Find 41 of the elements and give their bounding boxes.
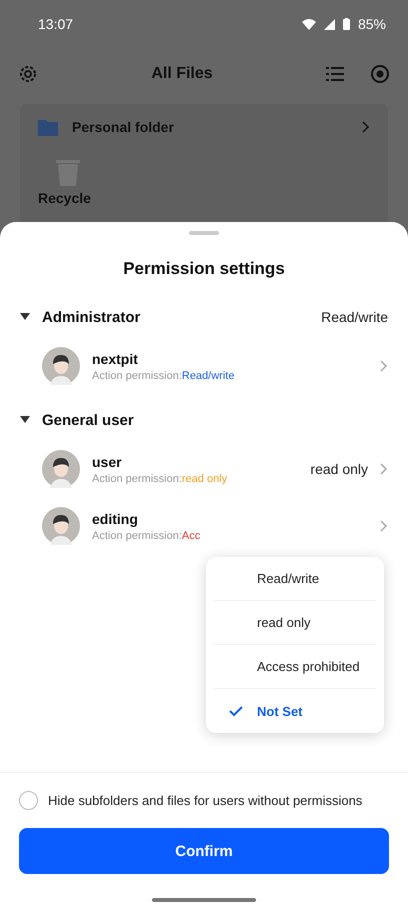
- confirm-button[interactable]: Confirm: [19, 828, 389, 874]
- checkbox[interactable]: [19, 791, 38, 810]
- user-name: user: [92, 454, 123, 470]
- wifi-icon: [302, 18, 316, 30]
- chevron-right-icon: [380, 360, 388, 372]
- checkbox-label: Hide subfolders and files for users without permissions: [48, 793, 362, 808]
- settings-icon[interactable]: [18, 64, 38, 84]
- folder-name[interactable]: Personal folder: [72, 119, 348, 135]
- group-permission: Read/write: [321, 309, 388, 325]
- permission-text: Action permission:Read/write: [92, 370, 236, 382]
- permission-text: Action permission:Acc: [92, 530, 202, 542]
- chevron-right-icon: [380, 463, 388, 475]
- avatar-icon: [42, 507, 80, 545]
- menu-option[interactable]: Read/write: [214, 557, 376, 601]
- avatar-icon: [42, 347, 80, 385]
- folder-icon: [38, 118, 58, 136]
- status-time: 13:07: [38, 16, 74, 32]
- permission-text: Action permission:read only: [92, 472, 228, 484]
- user-name: nextpit: [92, 350, 139, 366]
- group-title: Administrator: [42, 308, 142, 326]
- screen-title: All Files: [150, 65, 214, 83]
- avatar-icon: [42, 450, 80, 488]
- menu-option[interactable]: read only: [214, 601, 376, 645]
- battery-level: 85%: [358, 16, 386, 32]
- group-title: General user: [42, 412, 135, 428]
- chevron-right-icon: [380, 520, 388, 532]
- recycle-label[interactable]: Recycle: [38, 190, 91, 206]
- user-permission: read only: [310, 461, 368, 477]
- caret-icon[interactable]: [20, 313, 30, 321]
- record-icon[interactable]: [370, 64, 390, 84]
- caret-icon[interactable]: [20, 416, 30, 424]
- menu-option[interactable]: Not Set: [214, 689, 376, 733]
- drag-handle[interactable]: [189, 231, 219, 235]
- signal-icon: [324, 18, 335, 30]
- menu-option[interactable]: Access prohibited: [214, 645, 376, 689]
- chevron-right-icon: [362, 121, 370, 133]
- battery-icon: [342, 18, 350, 30]
- list-icon[interactable]: [326, 66, 344, 82]
- user-name: editing: [92, 510, 139, 526]
- sheet-title: Permission settings: [122, 259, 286, 280]
- check-icon: [229, 706, 243, 716]
